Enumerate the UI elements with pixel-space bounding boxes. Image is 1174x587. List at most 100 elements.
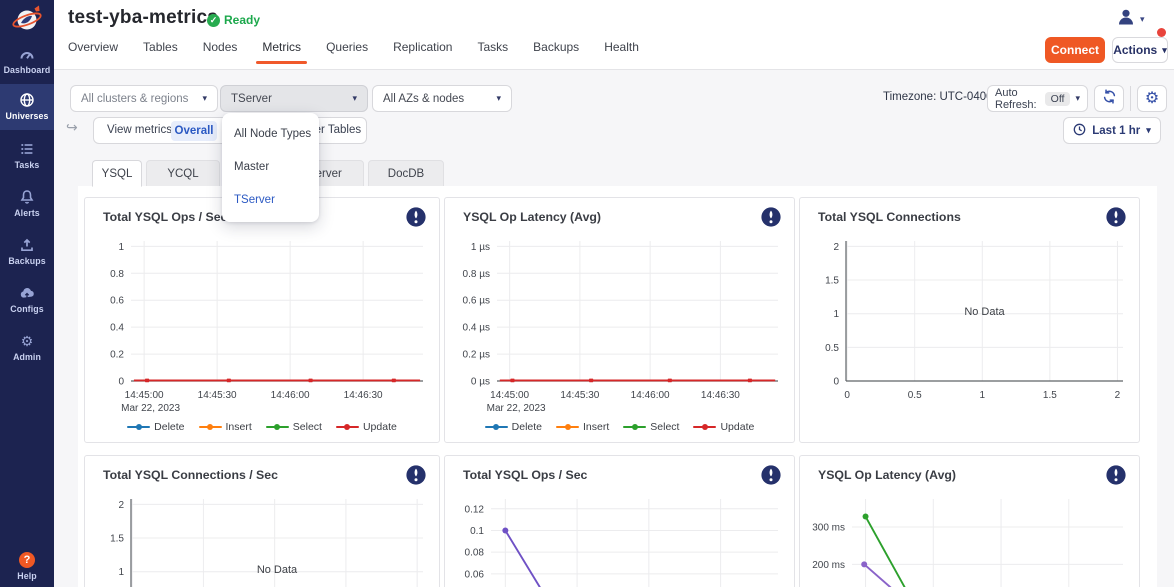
sidebar-item-configs[interactable]: Configs: [0, 277, 54, 323]
svg-text:1.5: 1.5: [110, 534, 124, 545]
svg-text:14:45:00: 14:45:00: [490, 390, 529, 401]
tab-health[interactable]: Health: [604, 40, 639, 64]
tab-overview[interactable]: Overview: [68, 40, 118, 64]
legend-item-delete[interactable]: Delete: [127, 421, 184, 433]
svg-text:300 ms: 300 ms: [812, 523, 845, 534]
chart-card: Total YSQL Ops / Sec0.120.10.080.060.040…: [444, 455, 795, 587]
clock-icon: [1073, 123, 1086, 139]
connect-button[interactable]: Connect: [1045, 37, 1105, 63]
view-overall-segment[interactable]: Overall: [171, 121, 217, 141]
tab-replication[interactable]: Replication: [393, 40, 452, 64]
chart-legend: Delete Insert Select Update: [85, 421, 439, 433]
menu-item-tserver[interactable]: TServer: [222, 184, 319, 217]
sidebar-item-help[interactable]: ? Help: [0, 544, 54, 587]
legend-item-select[interactable]: Select: [623, 421, 679, 433]
legend-marker: [556, 423, 579, 431]
auto-refresh-control[interactable]: Auto Refresh: Off ▾: [987, 85, 1088, 112]
sidebar-item-tasks[interactable]: Tasks: [0, 133, 54, 179]
chart-card: Total YSQL Ops / Sec10.80.60.40.2014:45:…: [84, 197, 440, 443]
chart-plot-area[interactable]: 0.120.10.080.060.040.020: [445, 456, 794, 587]
no-data-label: No Data: [964, 306, 1005, 318]
legend-marker: [199, 423, 222, 431]
tab-tables[interactable]: Tables: [143, 40, 178, 64]
tab-nodes[interactable]: Nodes: [203, 40, 238, 64]
chart-plot-area[interactable]: 21.510.5000.511.52No Data: [800, 198, 1139, 442]
legend-marker: [485, 423, 508, 431]
legend-item-delete[interactable]: Delete: [485, 421, 542, 433]
main-area: test-yba-metrics ✓ Ready ▾ OverviewTable…: [54, 0, 1174, 587]
chevron-down-icon: ▾: [1146, 125, 1151, 136]
tab-backups[interactable]: Backups: [533, 40, 579, 64]
timezone-label: Timezone: UTC-0400: [883, 91, 993, 103]
user-menu[interactable]: ▾: [1116, 7, 1145, 32]
svg-text:0: 0: [844, 390, 850, 401]
check-icon: ✓: [207, 14, 220, 27]
legend-marker: [266, 423, 289, 431]
divider: [1130, 86, 1131, 111]
svg-text:0.4: 0.4: [110, 323, 124, 334]
az-node-select[interactable]: All AZs & nodes ▾: [372, 85, 512, 112]
svg-text:1.5: 1.5: [825, 276, 839, 287]
legend-marker: [127, 423, 150, 431]
tab-metrics[interactable]: Metrics: [262, 40, 301, 64]
cluster-region-value: All clusters & regions: [81, 93, 188, 105]
menu-item-all-node-types[interactable]: All Node Types: [222, 118, 319, 151]
auto-refresh-label: Auto Refresh:: [995, 87, 1040, 111]
chart-plot-area[interactable]: 1 µs0.8 µs0.6 µs0.4 µs0.2 µs0 µs14:45:00…: [445, 198, 794, 442]
legend-marker: [693, 423, 716, 431]
legend-item-select[interactable]: Select: [266, 421, 322, 433]
metric-tab-docdb[interactable]: DocDB: [368, 160, 444, 187]
chevron-down-icon: ▾: [202, 93, 207, 104]
metric-tab-ysql[interactable]: YSQL: [92, 160, 142, 187]
sidebar-item-alerts[interactable]: Alerts: [0, 181, 54, 227]
universe-tabs: Overview Tables Nodes Metrics Queries Replica…: [68, 40, 639, 64]
gear-icon: ⚙: [1145, 91, 1159, 107]
legend-item-update[interactable]: Update: [693, 421, 754, 433]
tab-queries[interactable]: Queries: [326, 40, 368, 64]
notification-dot: [1157, 28, 1166, 37]
node-type-select[interactable]: TServer ▾: [220, 85, 368, 112]
svg-text:0: 0: [118, 377, 124, 388]
universes-globe-icon: [0, 91, 54, 108]
dashboard-icon: [0, 45, 54, 62]
svg-text:0.5: 0.5: [825, 343, 839, 354]
svg-text:Mar 22, 2023: Mar 22, 2023: [121, 403, 180, 414]
sidebar-item-backups[interactable]: Backups: [0, 229, 54, 275]
yugabyte-logo-icon[interactable]: [10, 4, 44, 36]
tab-tasks[interactable]: Tasks: [477, 40, 508, 64]
svg-text:0.8: 0.8: [110, 269, 124, 280]
actions-button[interactable]: Actions ▾: [1112, 37, 1168, 63]
chart-plot-area[interactable]: 10.80.60.40.2014:45:0014:45:3014:46:0014…: [85, 198, 439, 442]
metric-tab-ycql[interactable]: YCQL: [146, 160, 220, 187]
legend-item-update[interactable]: Update: [336, 421, 397, 433]
svg-text:14:46:00: 14:46:00: [271, 390, 310, 401]
chevron-down-icon: ▾: [496, 93, 501, 104]
settings-button[interactable]: ⚙: [1137, 85, 1167, 112]
svg-text:0.5: 0.5: [908, 390, 922, 401]
svg-text:0.12: 0.12: [465, 504, 485, 515]
menu-item-master[interactable]: Master: [222, 151, 319, 184]
refresh-button[interactable]: [1094, 85, 1124, 112]
az-node-value: All AZs & nodes: [383, 93, 464, 105]
chart-plot-area[interactable]: 300 ms200 ms100 ms0 ms: [800, 456, 1139, 587]
actions-label: Actions: [1113, 43, 1157, 57]
help-icon: ?: [0, 551, 54, 568]
svg-text:14:45:30: 14:45:30: [198, 390, 237, 401]
sidebar-item-dashboard[interactable]: Dashboard: [0, 38, 54, 84]
legend-item-insert[interactable]: Insert: [556, 421, 609, 433]
chevron-down-icon: ▾: [1140, 14, 1145, 25]
time-range-button[interactable]: Last 1 hr ▾: [1063, 117, 1161, 144]
chart-plot-area[interactable]: 21.510.5000.511.52No Data: [85, 456, 439, 587]
chart-card: Total YSQL Connections21.510.5000.511.52…: [799, 197, 1140, 443]
svg-text:1: 1: [118, 567, 124, 578]
svg-text:Mar 22, 2023: Mar 22, 2023: [487, 403, 546, 414]
cluster-region-select[interactable]: All clusters & regions ▾: [70, 85, 218, 112]
auto-refresh-value: Off: [1045, 92, 1071, 106]
sidebar-item-universes[interactable]: Universes: [0, 84, 54, 130]
chevron-down-icon: ▾: [1162, 45, 1167, 56]
refresh-icon: [1102, 89, 1117, 109]
svg-text:1: 1: [118, 242, 124, 253]
sidebar: DashboardUniversesTasksAlertsBackupsConf…: [0, 0, 54, 587]
legend-item-insert[interactable]: Insert: [199, 421, 252, 433]
sidebar-item-admin[interactable]: ⚙Admin: [0, 325, 54, 371]
